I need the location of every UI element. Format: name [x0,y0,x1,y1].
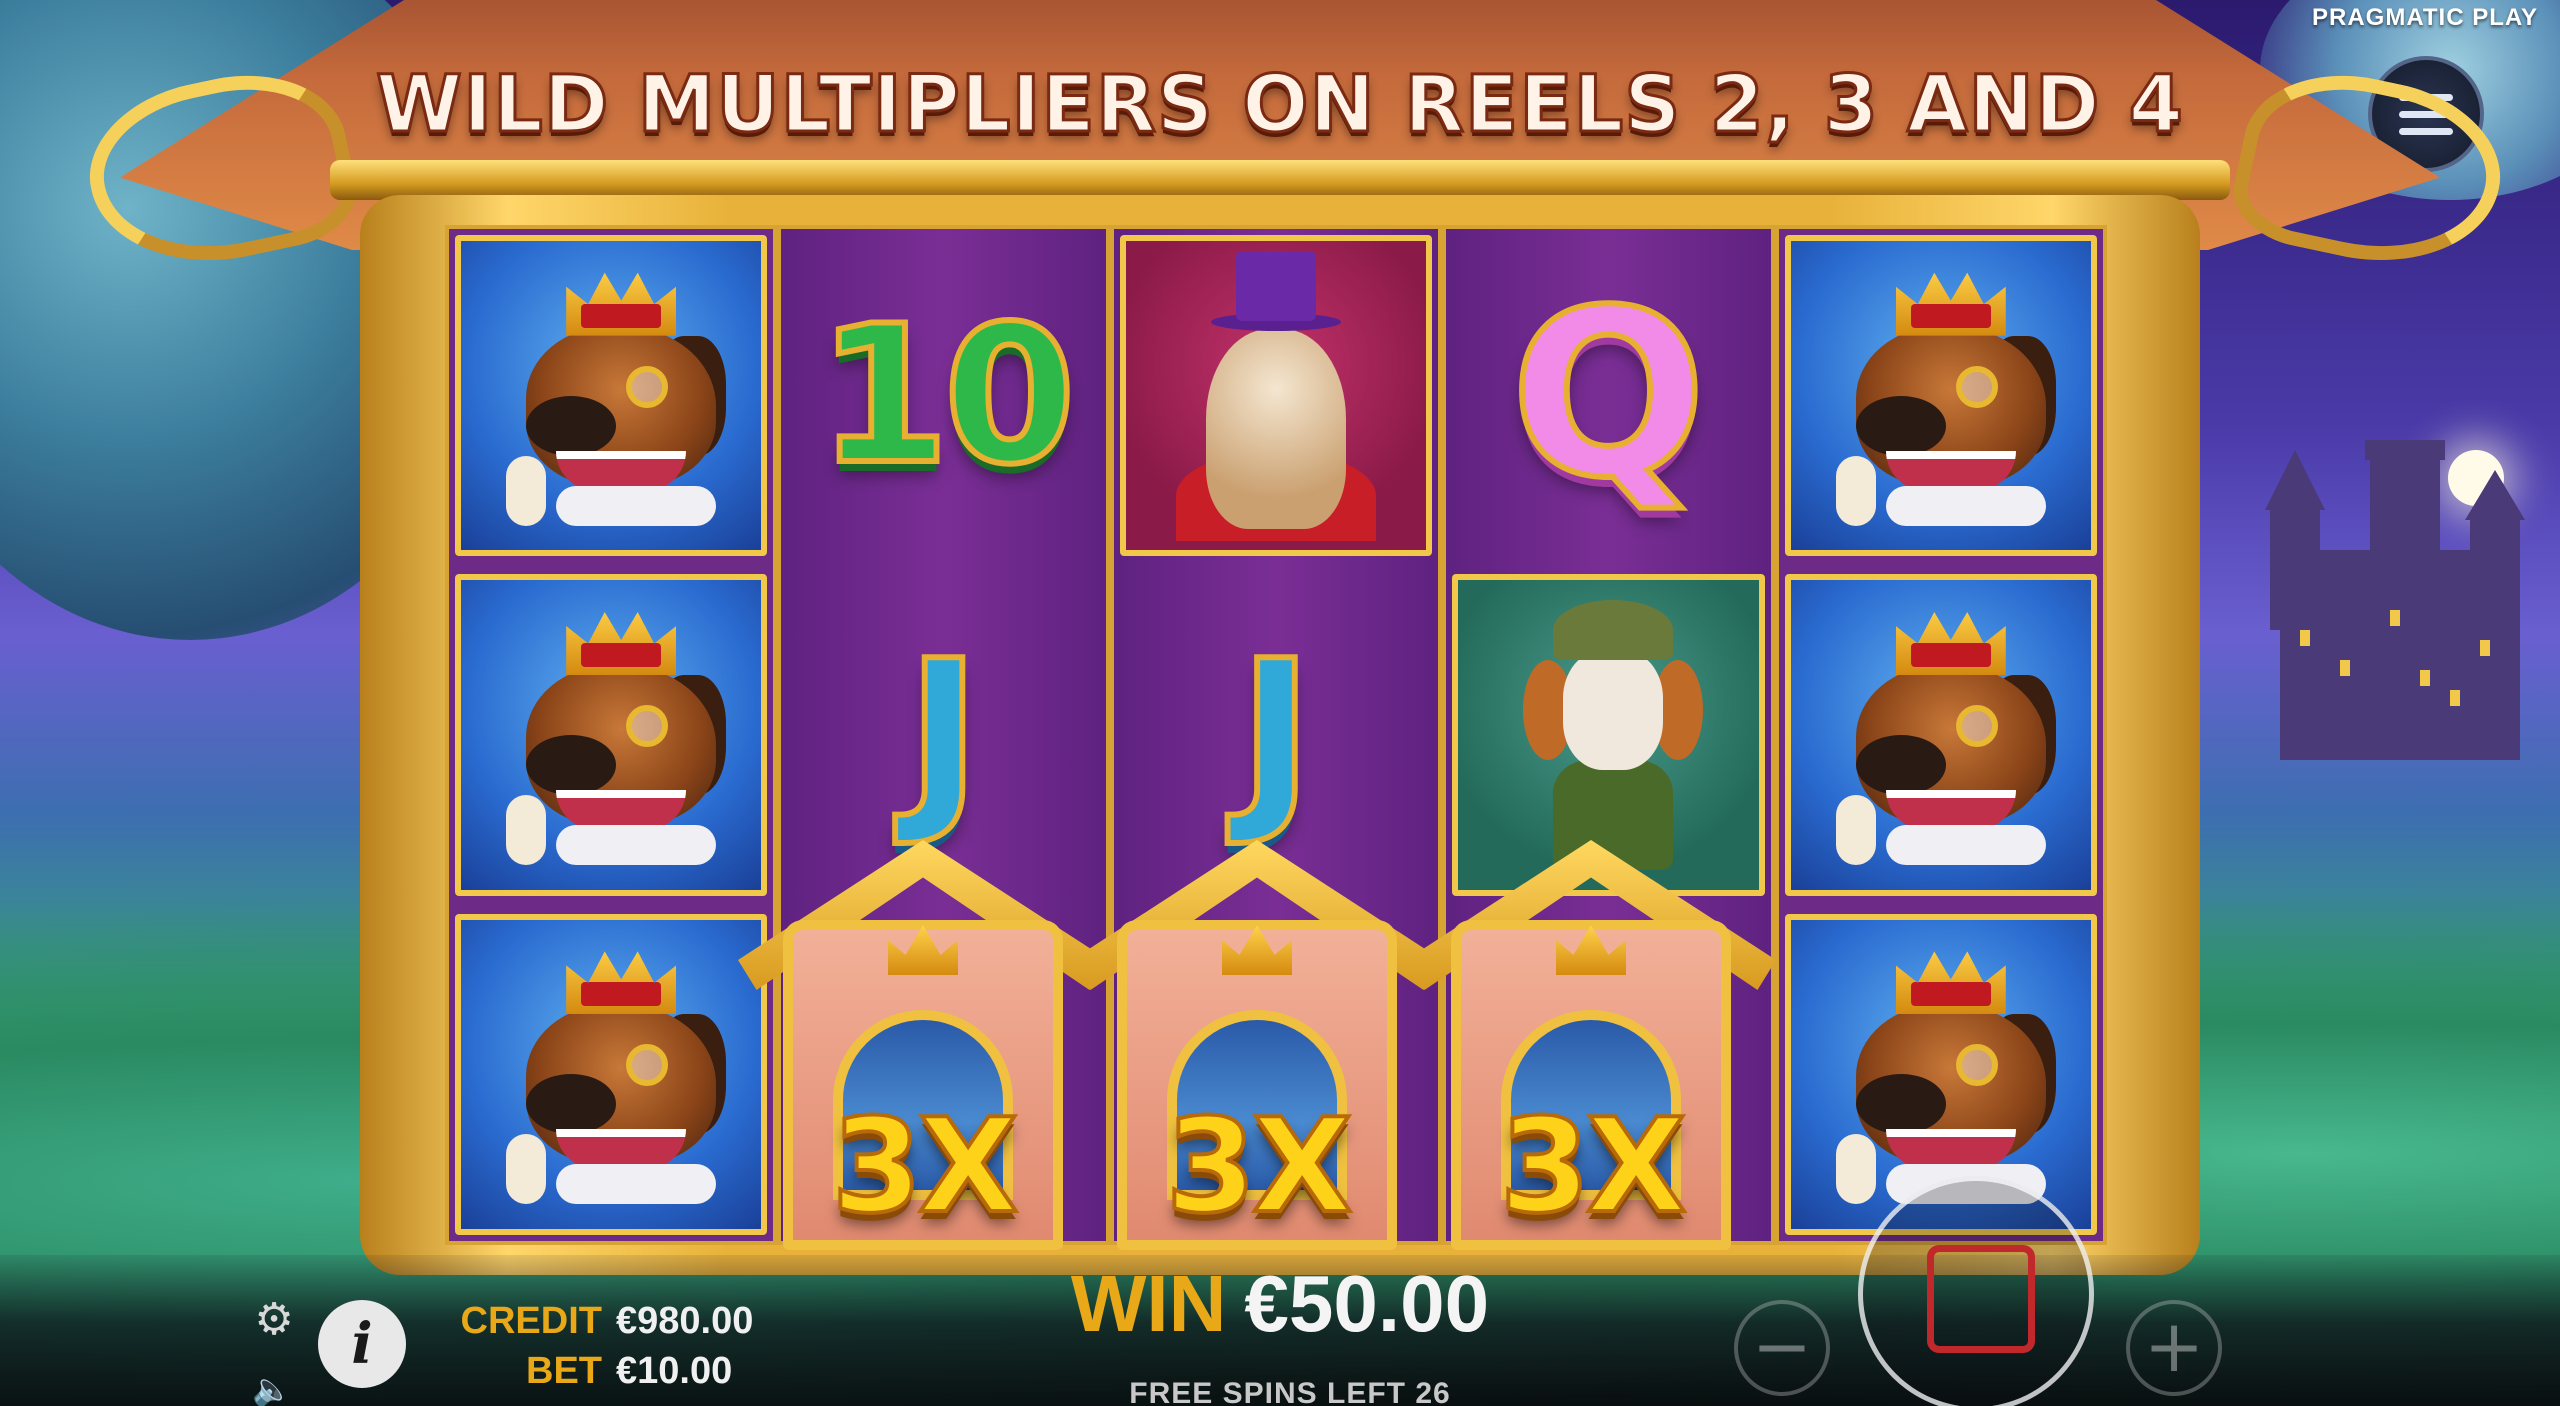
castle [2265,440,2525,760]
roof-trim [330,160,2230,200]
symbol-ten: 10 [781,229,1105,562]
symbol-yorkie [1114,229,1438,562]
wild-multiplier: 3X [1164,1088,1355,1244]
dog-king-icon [496,266,727,526]
reel-1 [449,229,774,1241]
bet-display: BET €10.00 [452,1350,732,1393]
symbol-dog-king [1779,568,2103,901]
win-display: WIN €50.00 [1045,1258,1515,1350]
stop-icon [1927,1245,2035,1353]
symbol-queen: Q [1446,229,1770,562]
dog-king-icon [1826,266,2056,526]
increase-bet-button[interactable]: + [2126,1300,2222,1396]
ten-symbol: 10 [814,284,1078,506]
queen-symbol: Q [1508,261,1710,529]
wild-multiplier: 3X [1498,1088,1689,1244]
dog-king-icon [496,605,727,865]
decrease-bet-button[interactable]: − [1734,1300,1830,1396]
yorkie-dog-icon [1161,250,1391,541]
win-label: WIN [1070,1259,1227,1348]
win-value: €50.00 [1244,1259,1490,1348]
symbol-dog-king [449,229,773,562]
wild-kennel-reel-4: 3X [1406,840,1776,1260]
bet-value: €10.00 [616,1350,733,1392]
symbol-dog-king [449,908,773,1241]
provider-logo: PRAGMATIC PLAY [2311,4,2538,31]
credit-label: CREDIT [460,1300,602,1342]
jack-symbol: J [903,617,983,851]
gear-icon[interactable]: ⚙ [252,1298,296,1342]
jack-symbol: J [1236,617,1316,851]
dog-king-icon [496,944,727,1205]
symbol-dog-king [449,568,773,901]
credit-display: CREDIT €980.00 [452,1300,754,1343]
speaker-icon[interactable]: 🔈 [252,1370,292,1406]
bet-label: BET [526,1350,602,1392]
wild-kennel-reel-2: 3X [738,840,1108,1260]
dog-king-icon [1826,944,2056,1205]
banner-title: WILD MULTIPLIERS ON REELS 2, 3 AND 4 [375,59,2185,152]
hound-dog-icon [1493,590,1723,880]
credit-value: €980.00 [616,1300,754,1342]
stop-button[interactable] [1858,1176,2094,1406]
free-spins-counter: FREE SPINS LEFT 26 [1129,1377,1451,1406]
symbol-dog-king [1779,229,2103,562]
wild-kennel-reel-3: 3X [1072,840,1442,1260]
info-button[interactable]: i [318,1300,406,1388]
reel-5 [1778,229,2103,1241]
wild-multiplier: 3X [830,1088,1021,1244]
dog-king-icon [1826,605,2056,865]
